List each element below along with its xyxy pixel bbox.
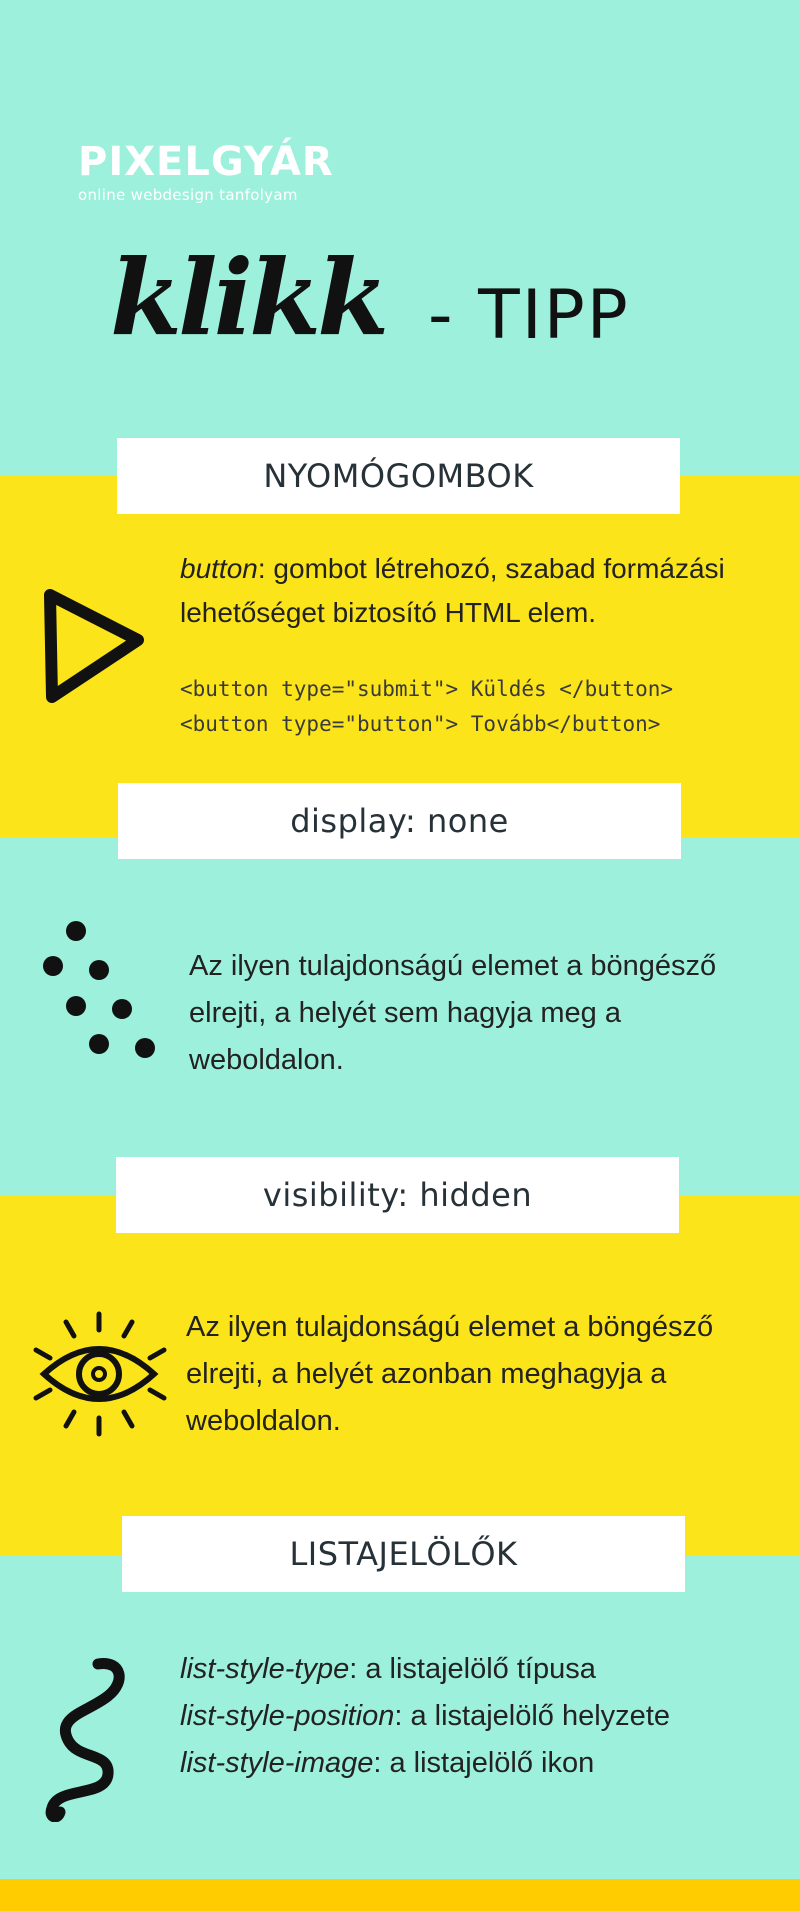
list-item: list-style-position: a listajelölő helyz…: [180, 1693, 780, 1740]
buttons-desc-line2: lehetőséget biztosító HTML elem.: [180, 597, 597, 628]
display-none-line1: Az ilyen tulajdonságú elemet a böngésző: [189, 950, 717, 982]
brand-subtitle: online webdesign tanfolyam: [78, 186, 298, 204]
visibility-hidden-description: Az ilyen tulajdonságú elemet a böngésző …: [186, 1304, 786, 1445]
list-item: list-style-type: a listajelölő típusa: [180, 1646, 780, 1693]
term-list-style-type: list-style-type: [180, 1653, 350, 1685]
display-none-line3: weboldalon.: [189, 1044, 344, 1076]
visibility-hidden-line2: elrejti, a helyét azonban meghagyja a: [186, 1358, 667, 1390]
hero-tipp: - TIPP: [428, 276, 630, 355]
section-label-visibility-hidden: visibility: hidden: [116, 1157, 679, 1233]
section-label-list-markers: LISTAJELÖLŐK: [122, 1516, 685, 1592]
band-gold-bottom: [0, 1879, 800, 1911]
hero-script-word: klikk: [110, 236, 389, 359]
list-style-image-desc: : a listajelölő ikon: [373, 1747, 595, 1779]
buttons-desc-line1: : gombot létrehozó, szabad formázási: [257, 553, 725, 584]
display-none-line2: elrejti, a helyét sem hagyja meg a: [189, 997, 621, 1029]
dots-icon: [43, 921, 155, 1058]
code-line-submit: <button type="submit"> Küldés </button>: [180, 677, 674, 701]
brand-name: PIXELGYÁR: [78, 139, 334, 185]
visibility-hidden-line3: weboldalon.: [186, 1405, 341, 1437]
display-none-description: Az ilyen tulajdonságú elemet a böngésző …: [189, 943, 779, 1084]
code-line-button: <button type="button"> Tovább</button>: [180, 712, 661, 736]
term-list-style-image: list-style-image: [180, 1747, 374, 1779]
term-button: button: [180, 553, 258, 584]
squiggle-icon: [45, 1658, 125, 1822]
triangle-play-icon: [44, 589, 144, 703]
list-style-position-desc: : a listajelölő helyzete: [394, 1700, 670, 1732]
list-item: list-style-image: a listajelölő ikon: [180, 1740, 780, 1787]
list-markers-list: list-style-type: a listajelölő típusa li…: [180, 1646, 780, 1787]
buttons-code-sample: <button type="submit"> Küldés </button> …: [180, 672, 780, 742]
visibility-hidden-line1: Az ilyen tulajdonságú elemet a böngésző: [186, 1311, 714, 1343]
term-list-style-position: list-style-position: [180, 1700, 395, 1732]
section-label-display-none: display: none: [118, 783, 681, 859]
brand-logo: PIXELGYÁR online webdesign tanfolyam: [78, 140, 334, 204]
eye-icon: [33, 1311, 167, 1437]
infographic-page: PIXELGYÁR online webdesign tanfolyam kli…: [0, 0, 800, 1911]
section-label-buttons: NYOMÓGOMBOK: [117, 438, 680, 514]
buttons-description: button: gombot létrehozó, szabad formázá…: [180, 547, 770, 635]
hero-title: klikk - TIPP: [110, 228, 670, 378]
list-style-type-desc: : a listajelölő típusa: [349, 1653, 596, 1685]
